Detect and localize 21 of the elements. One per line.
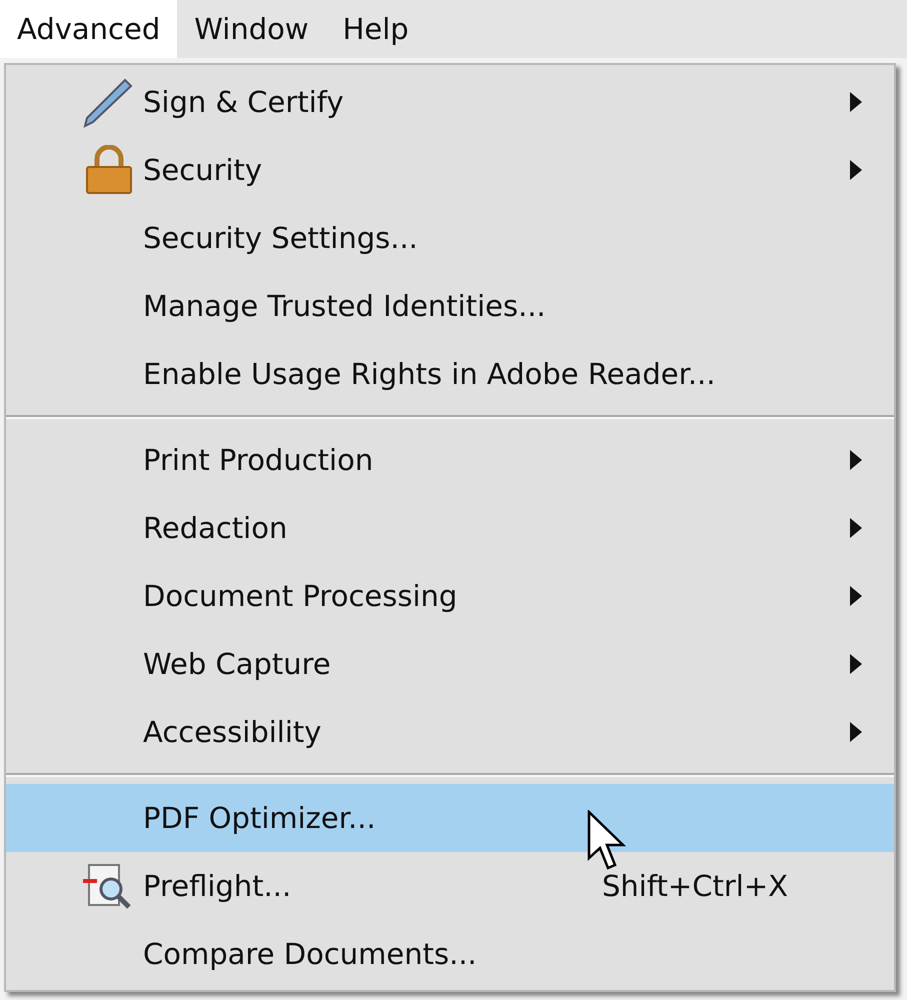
document-magnifier-icon — [81, 861, 133, 911]
menu-item[interactable]: Compare Documents... — [6, 920, 894, 988]
menu-item[interactable]: Enable Usage Rights in Adobe Reader... — [6, 340, 894, 408]
menu-item[interactable]: Print Production — [6, 426, 894, 494]
shortcut-label: Shift+Ctrl+X — [602, 869, 788, 903]
menu-item[interactable]: Web Capture — [6, 630, 894, 698]
pen-icon — [81, 76, 133, 128]
mouse-cursor-icon — [587, 810, 627, 872]
menu-item[interactable]: Sign & Certify — [6, 68, 894, 136]
menu-item[interactable]: Accessibility — [6, 698, 894, 766]
menu-bar-item[interactable]: Window — [177, 0, 326, 58]
menu-item[interactable]: Manage Trusted Identities... — [6, 272, 894, 340]
menu-bar-item[interactable]: Advanced — [0, 0, 178, 58]
menu-item[interactable]: Security Settings... — [6, 204, 894, 272]
menu-item[interactable]: Security — [6, 136, 894, 204]
menu-item[interactable]: PDF Optimizer... — [6, 784, 894, 852]
menu-item[interactable]: Preflight... Shift+Ctrl+X — [6, 852, 894, 920]
padlock-icon — [85, 145, 133, 195]
menu-item[interactable]: Document Processing — [6, 562, 894, 630]
menu-bar-item[interactable]: Help — [326, 0, 426, 58]
menu-item[interactable]: Redaction — [6, 494, 894, 562]
